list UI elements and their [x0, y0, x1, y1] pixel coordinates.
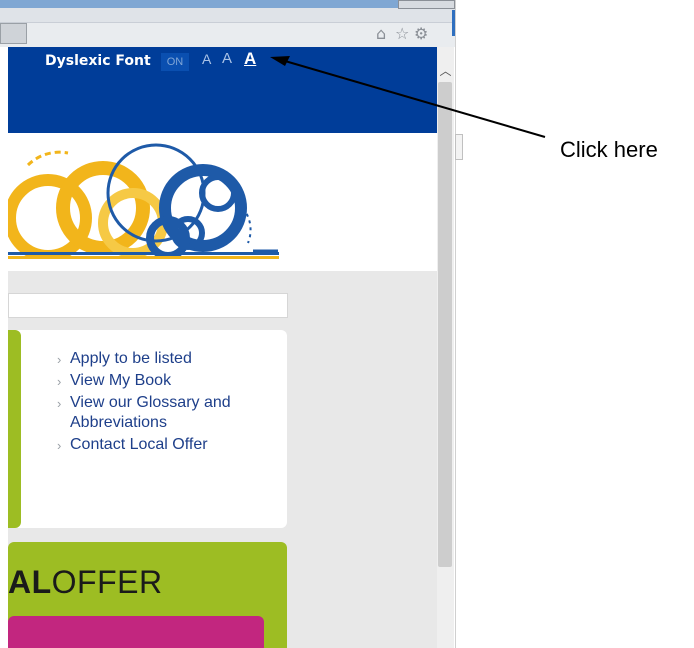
logo-underline-yellow	[8, 256, 279, 259]
quick-link-label[interactable]: Apply to be listed	[70, 350, 192, 367]
text-size-medium-button[interactable]: A	[222, 50, 232, 67]
site-logo[interactable]	[8, 133, 298, 258]
dyslexic-font-label[interactable]: Dyslexic Font	[45, 53, 151, 69]
star-icon[interactable]: ☆	[395, 24, 409, 43]
chevron-right-icon: ›	[57, 374, 62, 389]
search-input[interactable]	[8, 293, 288, 318]
local-offer-banner-text: ALOFFER	[8, 564, 163, 601]
annotation-label: Click here	[560, 137, 658, 162]
chevron-right-icon: ›	[57, 438, 62, 453]
scroll-up-arrow-icon[interactable]: ︿	[437, 62, 454, 80]
scrollbar-thumb[interactable]	[438, 82, 452, 567]
dyslexic-font-toggle[interactable]: ON	[161, 53, 189, 71]
text-size-small-button[interactable]: A	[202, 51, 211, 67]
green-panel-edge	[8, 330, 21, 528]
quick-link[interactable]: › Contact Local Offer	[57, 435, 277, 455]
quick-link[interactable]: › View our Glossary and Abbreviations	[57, 393, 277, 433]
quick-link[interactable]: › View My Book	[57, 371, 277, 391]
banner-regular-text: OFFER	[51, 564, 163, 600]
quick-link-label[interactable]: View our Glossary and Abbreviations	[70, 394, 231, 431]
text-size-large-button[interactable]: A	[244, 49, 256, 69]
pink-panel[interactable]	[8, 616, 264, 648]
annotation-area	[455, 0, 694, 648]
window-controls[interactable]	[398, 0, 455, 9]
chevron-right-icon: ›	[57, 352, 62, 367]
quick-link-label[interactable]: Contact Local Offer	[70, 436, 208, 453]
browser-toolbar	[0, 22, 455, 47]
banner-bold-text: AL	[8, 564, 52, 600]
window-frame	[0, 0, 455, 8]
address-bar-stub[interactable]	[0, 23, 27, 44]
chevron-right-icon: ›	[57, 396, 62, 411]
viewport-edge-stub	[455, 134, 463, 160]
quick-link[interactable]: › Apply to be listed	[57, 349, 277, 369]
quick-links-list: › Apply to be listed › View My Book › View …	[57, 349, 277, 457]
gear-icon[interactable]: ⚙	[414, 24, 428, 43]
home-icon[interactable]: ⌂	[376, 24, 386, 43]
logo-underline-blue	[8, 252, 279, 255]
viewport-edge	[455, 0, 456, 648]
quick-link-label[interactable]: View My Book	[70, 372, 171, 389]
